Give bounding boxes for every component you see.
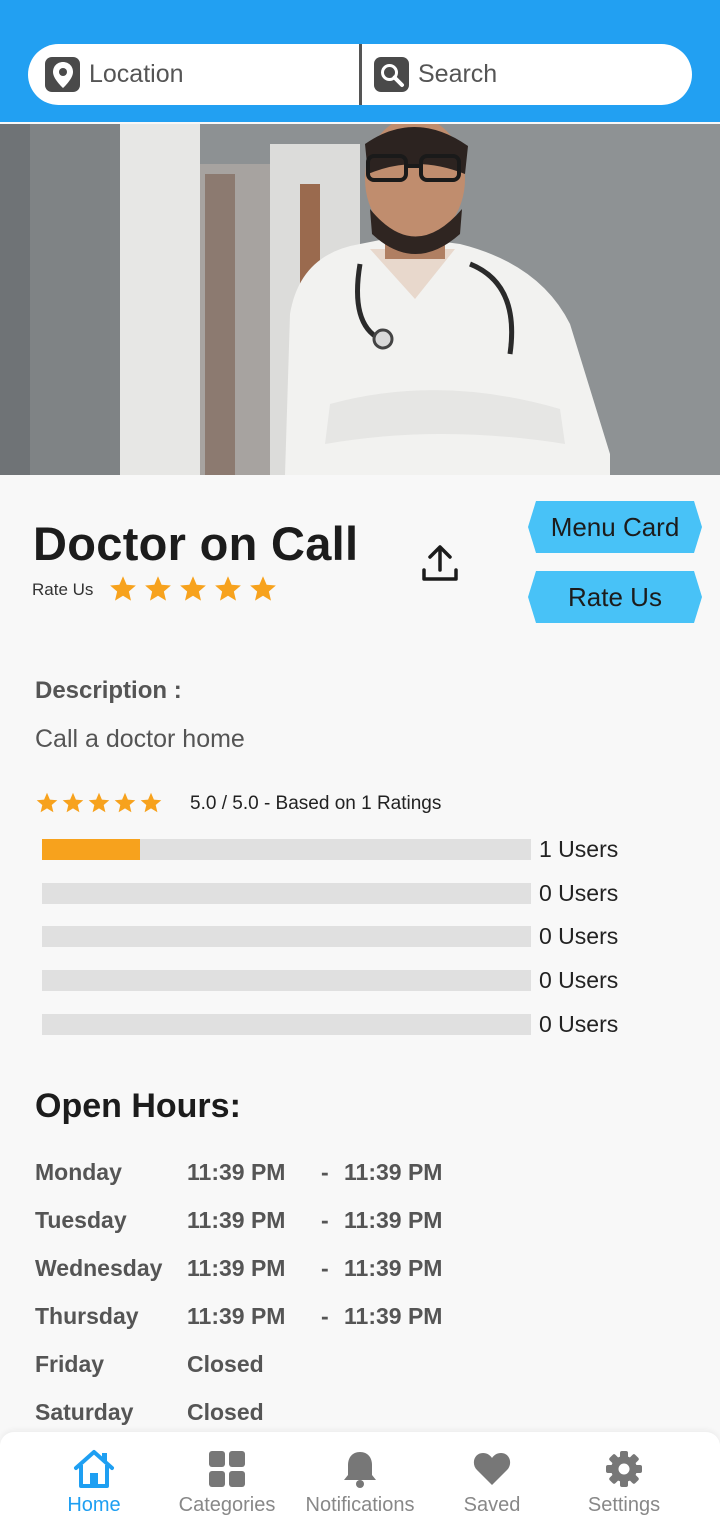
star-icon <box>36 792 58 813</box>
hours-dash: - <box>321 1255 329 1281</box>
hours-day: Monday <box>35 1159 122 1185</box>
hours-close: 11:39 PM <box>344 1255 443 1281</box>
hours-row: Monday 11:39 PM - 11:39 PM <box>35 1159 675 1189</box>
rating-bar-row: 0 Users <box>42 923 662 950</box>
nav-label-home: Home <box>67 1494 121 1516</box>
search-bar: Location Search <box>28 44 692 105</box>
star-icon <box>114 792 136 813</box>
rating-bar-count: 0 Users <box>539 1011 619 1037</box>
hours-day: Saturday <box>35 1399 134 1425</box>
title-star-rating[interactable] <box>108 574 278 604</box>
nav-item-notifications[interactable]: Notifications <box>290 1432 430 1529</box>
hours-dash: - <box>321 1207 329 1233</box>
hours-open: 11:39 PM <box>187 1159 286 1185</box>
nav-item-home[interactable]: Home <box>24 1432 164 1529</box>
rating-bar-track <box>42 926 531 947</box>
rating-bar-count: 1 Users <box>539 836 619 862</box>
hours-open: Closed <box>187 1399 264 1425</box>
rating-bar-count: 0 Users <box>539 923 619 949</box>
nav-label-categories: Categories <box>178 1494 276 1516</box>
rating-bar-row: 1 Users <box>42 836 662 863</box>
rating-summary-text: 5.0 / 5.0 - Based on 1 Ratings <box>190 793 442 814</box>
rating-bar-row: 0 Users <box>42 880 662 907</box>
hours-dash: - <box>321 1159 329 1185</box>
star-icon[interactable] <box>248 574 278 604</box>
bottom-nav: Home Categories Notifications Saved Sett… <box>0 1432 720 1529</box>
rate-us-button[interactable]: Rate Us <box>528 571 702 623</box>
menu-card-button[interactable]: Menu Card <box>528 501 702 553</box>
star-icon <box>140 792 162 813</box>
map-pin-icon <box>45 57 80 92</box>
rating-bar-count: 0 Users <box>539 880 619 906</box>
gear-icon <box>602 1448 646 1490</box>
star-icon[interactable] <box>178 574 208 604</box>
rating-summary-stars <box>35 791 163 815</box>
nav-item-settings[interactable]: Settings <box>554 1432 694 1529</box>
location-field[interactable]: Location <box>28 44 359 105</box>
hours-open: 11:39 PM <box>187 1255 286 1281</box>
rating-bar-track <box>42 839 531 860</box>
home-icon <box>72 1448 116 1490</box>
nav-label-settings: Settings <box>587 1494 661 1516</box>
rating-bar-track <box>42 1014 531 1035</box>
bell-icon <box>338 1448 382 1490</box>
nav-item-categories[interactable]: Categories <box>157 1432 297 1529</box>
hours-open: Closed <box>187 1351 264 1377</box>
rating-bar-fill <box>42 839 140 860</box>
hours-row: Wednesday 11:39 PM - 11:39 PM <box>35 1255 675 1285</box>
search-label: Search <box>418 60 498 88</box>
description-label: Description : <box>35 677 182 704</box>
hours-day: Tuesday <box>35 1207 127 1233</box>
share-upload-icon[interactable] <box>418 542 462 586</box>
nav-label-notifications: Notifications <box>305 1494 415 1516</box>
hours-day: Thursday <box>35 1303 139 1329</box>
hours-open: 11:39 PM <box>187 1303 286 1329</box>
star-icon[interactable] <box>213 574 243 604</box>
app-header: Location Search <box>0 0 720 122</box>
star-icon <box>88 792 110 813</box>
hours-row: Tuesday 11:39 PM - 11:39 PM <box>35 1207 675 1237</box>
open-hours-title: Open Hours: <box>35 1087 241 1125</box>
hours-open: 11:39 PM <box>187 1207 286 1233</box>
star-icon[interactable] <box>108 574 138 604</box>
location-label: Location <box>89 60 184 88</box>
hours-day: Friday <box>35 1351 105 1377</box>
grid-icon <box>205 1448 249 1490</box>
rating-bar-row: 0 Users <box>42 1011 662 1038</box>
star-icon[interactable] <box>143 574 173 604</box>
hero-doctor-photo <box>0 124 720 475</box>
nav-label-saved: Saved <box>463 1494 521 1516</box>
rating-bar-count: 0 Users <box>539 967 619 993</box>
hours-close: 11:39 PM <box>344 1303 443 1329</box>
rating-bar-track <box>42 970 531 991</box>
hours-row: Thursday 11:39 PM - 11:39 PM <box>35 1303 675 1333</box>
rate-us-label: Rate Us <box>32 580 94 599</box>
search-icon <box>374 57 409 92</box>
hours-close: 11:39 PM <box>344 1159 443 1185</box>
hours-dash: - <box>321 1303 329 1329</box>
hours-row: Saturday Closed <box>35 1399 675 1429</box>
listing-title: Doctor on Call <box>33 517 359 570</box>
heart-icon <box>470 1448 514 1490</box>
hours-day: Wednesday <box>35 1255 163 1281</box>
search-field[interactable]: Search <box>362 44 692 105</box>
nav-item-saved[interactable]: Saved <box>422 1432 562 1529</box>
description-text: Call a doctor home <box>35 725 245 753</box>
hours-row: Friday Closed <box>35 1351 675 1381</box>
rating-bar-track <box>42 883 531 904</box>
star-icon <box>62 792 84 813</box>
rating-bar-row: 0 Users <box>42 967 662 994</box>
hours-close: 11:39 PM <box>344 1207 443 1233</box>
